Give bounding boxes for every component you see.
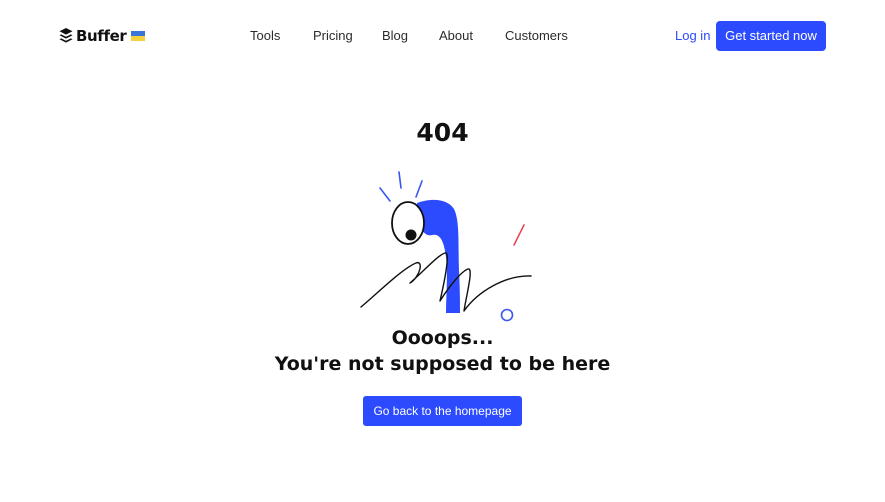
nav-about[interactable]: About (439, 26, 473, 46)
login-link[interactable]: Log in (675, 26, 710, 46)
nav-tools[interactable]: Tools (250, 26, 280, 46)
nav-blog[interactable]: Blog (382, 26, 408, 46)
error-code: 404 (416, 118, 469, 147)
error-subheadline: You're not supposed to be here (274, 353, 611, 375)
get-started-button[interactable]: Get started now (716, 21, 826, 51)
go-home-button[interactable]: Go back to the homepage (363, 396, 522, 426)
site-header: Buffer Tools Pricing Blog About Customer… (0, 0, 885, 72)
nav-customers[interactable]: Customers (505, 26, 568, 46)
error-headline: Oooops... (391, 327, 494, 349)
confused-character-illustration (360, 171, 532, 322)
nav-pricing[interactable]: Pricing (313, 26, 353, 46)
